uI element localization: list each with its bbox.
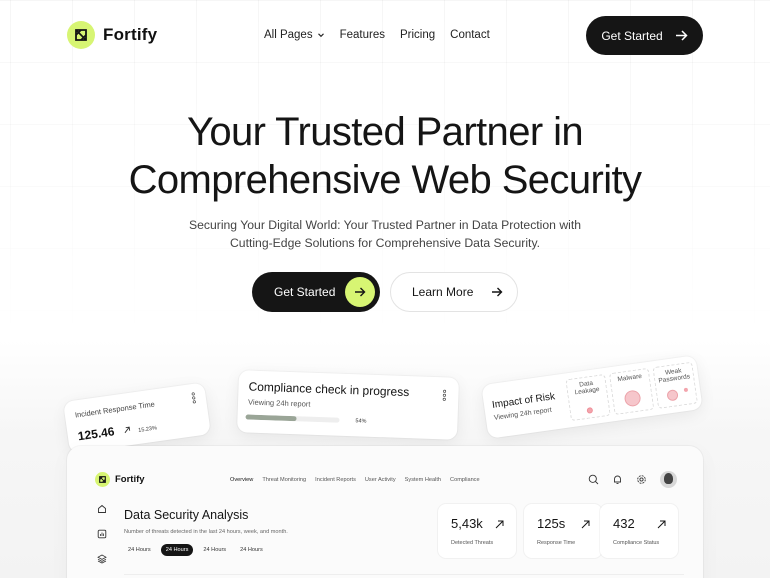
card-title: Compliance check in progress [248, 379, 410, 400]
main-nav: All Pages Features Pricing Contact [264, 29, 490, 41]
dashboard-subtitle: Number of threats detected in the last 2… [124, 529, 288, 535]
card-change: 15.23% [138, 425, 158, 434]
progress-fill [245, 414, 297, 422]
button-label: Learn More [412, 285, 474, 299]
nav-item-label: Pricing [399, 29, 436, 41]
compliance-card: Compliance check in progress Viewing 24h… [236, 370, 460, 440]
time-range-pill[interactable]: 24 Hours [236, 544, 267, 556]
hero-title: Your Trusted Partner in Comprehensive We… [0, 108, 770, 204]
arrow-up-right-icon [657, 520, 666, 529]
arrow-right-icon [492, 287, 503, 297]
dashboard-toolbar [588, 471, 677, 488]
get-started-nav-button[interactable]: Get Started [586, 16, 703, 55]
risk-malware: Malware [608, 367, 655, 416]
risk-indicator [666, 389, 679, 402]
arrow-circle [345, 277, 375, 307]
gear-icon[interactable] [636, 474, 647, 485]
fortify-logo-icon [95, 472, 110, 487]
arrow-right-icon [675, 30, 688, 41]
tab-incident-reports[interactable]: Incident Reports [315, 477, 356, 483]
risk-label: Data Leakage [574, 379, 600, 397]
card-value: 125.46 [77, 424, 116, 444]
get-started-hero-button[interactable]: Get Started [252, 272, 380, 312]
stat-label: Detected Threats [451, 540, 494, 546]
stat-value: 432 [613, 516, 635, 531]
card-label: Incident Response Time [74, 399, 156, 420]
stat-label: Response Time [537, 540, 576, 546]
risk-indicator [623, 389, 642, 408]
tab-threat-monitoring[interactable]: Threat Monitoring [262, 477, 306, 483]
progress-bar [245, 414, 340, 423]
arrow-up-right-icon [581, 520, 590, 529]
tab-compliance[interactable]: Compliance [450, 477, 480, 483]
more-vertical-icon[interactable] [191, 392, 197, 404]
brand-name: Fortify [103, 25, 158, 44]
nav-item-label: Features [339, 29, 385, 41]
tab-user-activity[interactable]: User Activity [365, 477, 396, 483]
dashboard-tabs: Overview Threat Monitoring Incident Repo… [230, 477, 480, 483]
hero-title-line-1: Your Trusted Partner in [186, 110, 584, 154]
tab-system-health[interactable]: System Health [405, 477, 441, 483]
risk-weak-passwords: Weak Passwords [652, 361, 698, 409]
time-range-pill-active[interactable]: 24 Hours [160, 544, 194, 556]
stat-value: 5,43k [451, 516, 483, 531]
risk-label: Malware [617, 372, 643, 384]
fortify-logo-icon [67, 21, 95, 49]
stat-compliance-status: 432 Compliance Status [600, 504, 678, 558]
avatar[interactable] [660, 471, 677, 488]
dashboard-sidebar [97, 504, 107, 564]
time-range-pill[interactable]: 24 Hours [124, 544, 155, 556]
arrow-right-icon [355, 287, 366, 297]
hero-subtitle: Securing Your Digital World: Your Truste… [0, 216, 770, 252]
card-subtitle: Viewing 24h report [247, 397, 311, 409]
arrow-up-right-icon [495, 520, 504, 529]
nav-item-label: Contact [450, 29, 490, 41]
more-vertical-icon[interactable] [442, 389, 447, 401]
nav-item-contact[interactable]: Contact [450, 29, 490, 41]
risk-data-leakage: Data Leakage [565, 373, 611, 422]
brand-logo[interactable]: Fortify [67, 21, 157, 49]
learn-more-button[interactable]: Learn More [390, 272, 518, 312]
nav-item-pricing[interactable]: Pricing [400, 29, 435, 41]
layers-icon[interactable] [97, 554, 107, 564]
tab-overview[interactable]: Overview [230, 477, 253, 483]
nav-item-label: All Pages [264, 29, 313, 41]
dashboard-title: Data Security Analysis [124, 508, 249, 522]
arrow-up-right-icon [124, 426, 131, 434]
search-icon[interactable] [588, 474, 599, 485]
hero-subtitle-line-1: Securing Your Digital World: Your Truste… [188, 218, 581, 232]
risk-label: Weak Passwords [658, 367, 691, 385]
bell-icon[interactable] [612, 474, 623, 485]
stat-response-time: 125s Response Time [524, 504, 602, 558]
dashboard-preview: Fortify Overview Threat Monitoring Incid… [67, 446, 703, 578]
hero-title-line-2: Comprehensive Web Security [128, 158, 642, 202]
arrow-circle [482, 277, 512, 307]
dashboard-content-divider [124, 574, 684, 578]
nav-item-all-pages[interactable]: All Pages [264, 29, 325, 41]
stat-value: 125s [537, 516, 566, 531]
dashboard-brand-name: Fortify [115, 474, 145, 485]
button-label: Get Started [601, 28, 663, 43]
risk-indicator [586, 407, 594, 414]
nav-item-features[interactable]: Features [340, 29, 385, 41]
hero-subtitle-line-2: Cutting-Edge Solutions for Comprehensive… [229, 236, 541, 250]
home-icon[interactable] [97, 504, 107, 514]
dashboard-logo[interactable]: Fortify [95, 472, 145, 487]
chevron-down-icon [317, 33, 324, 38]
button-label: Get Started [274, 285, 336, 299]
time-range-pills: 24 Hours 24 Hours 24 Hours 24 Hours [124, 544, 267, 556]
progress-label: 54% [355, 418, 367, 425]
chart-icon[interactable] [97, 529, 107, 539]
stat-detected-threats: 5,43k Detected Threats [438, 504, 516, 558]
stat-label: Compliance Status [613, 540, 660, 546]
time-range-pill[interactable]: 24 Hours [199, 544, 230, 556]
risk-indicator-small [683, 387, 688, 393]
